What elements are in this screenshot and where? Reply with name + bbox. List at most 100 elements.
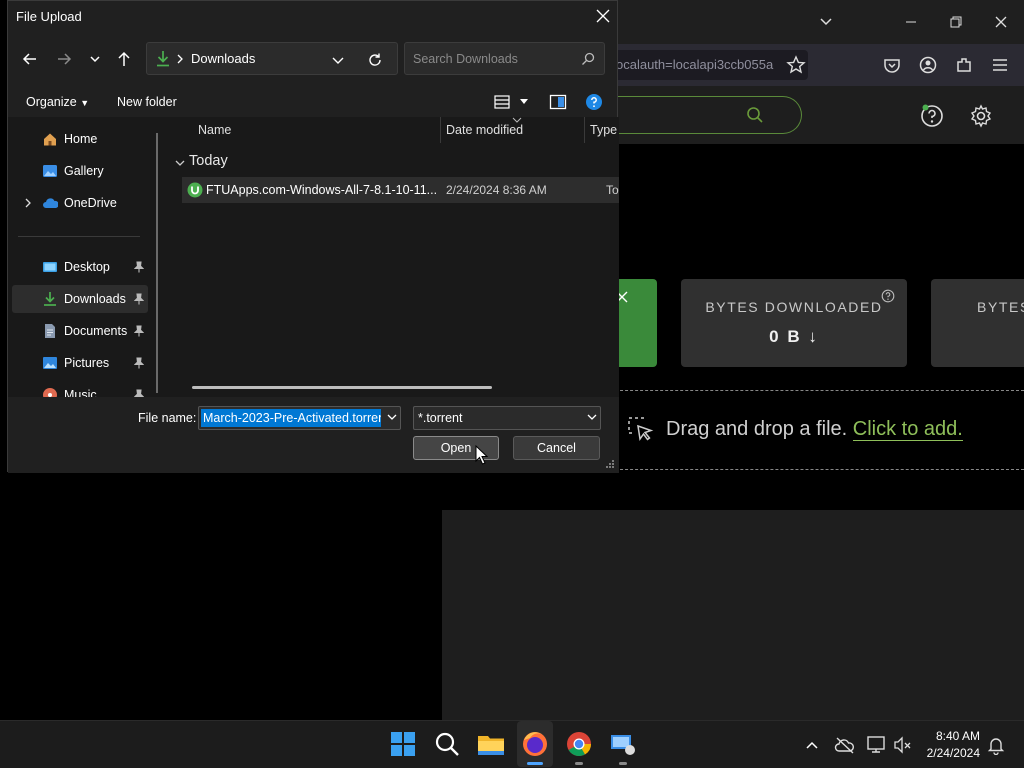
- chevron-down-icon[interactable]: [818, 14, 834, 30]
- new-folder-button[interactable]: New folder: [117, 95, 177, 109]
- pin-icon[interactable]: [134, 325, 144, 337]
- click-to-add-link[interactable]: Click to add.: [852, 418, 963, 441]
- view-details-icon[interactable]: [494, 94, 512, 110]
- file-name-input[interactable]: [201, 409, 381, 427]
- chevron-down-icon[interactable]: [174, 157, 186, 169]
- download-icon: [44, 292, 56, 306]
- column-separator[interactable]: [440, 117, 441, 143]
- pocket-icon[interactable]: [882, 55, 902, 75]
- pin-icon[interactable]: [134, 261, 144, 273]
- sidebar-item-label: Documents: [64, 324, 128, 338]
- dialog-footer: File name: *.torrent Open Cancel: [8, 397, 619, 473]
- sidebar-item-desktop[interactable]: Desktop: [12, 253, 148, 281]
- star-icon[interactable]: [786, 55, 806, 75]
- close-icon[interactable]: [594, 7, 612, 25]
- dropzone-label: Drag and drop a file.: [666, 418, 848, 440]
- sidebar-item-documents[interactable]: Documents: [12, 317, 148, 345]
- help-icon[interactable]: [920, 104, 944, 128]
- chevron-down-icon[interactable]: [331, 53, 345, 67]
- breadcrumb-downloads[interactable]: Downloads: [191, 51, 255, 66]
- chrome-icon[interactable]: [564, 729, 594, 759]
- menu-icon[interactable]: [990, 55, 1010, 75]
- column-header-date-modified[interactable]: Date modified: [446, 123, 523, 137]
- account-icon[interactable]: [918, 55, 938, 75]
- stat-label: BYTES DOWNLOADED: [705, 299, 883, 315]
- group-header-today[interactable]: Today: [189, 153, 228, 169]
- download-icon: [157, 51, 169, 67]
- search-icon: [747, 107, 763, 123]
- file-name-label: File name:: [138, 411, 197, 425]
- preview-pane-icon[interactable]: [549, 93, 567, 111]
- gear-icon[interactable]: [969, 104, 993, 128]
- clock-date[interactable]: 2/24/2024: [924, 746, 980, 760]
- column-header-type[interactable]: Type: [590, 123, 617, 137]
- sidebar-item-home[interactable]: Home: [12, 125, 148, 153]
- search-icon[interactable]: [432, 729, 462, 759]
- organize-button[interactable]: Organize ▼: [26, 95, 89, 109]
- chevron-down-icon[interactable]: [386, 413, 398, 423]
- sidebar-item-label: Pictures: [64, 356, 110, 370]
- horizontal-scrollbar[interactable]: [192, 386, 492, 389]
- pin-icon[interactable]: [134, 357, 144, 369]
- remote-desktop-icon[interactable]: [608, 729, 638, 759]
- command-bar: Organize ▼ New folder: [8, 87, 619, 117]
- windows-start-icon[interactable]: [388, 729, 418, 759]
- close-icon[interactable]: [993, 14, 1009, 30]
- sidebar-item-downloads[interactable]: Downloads: [12, 285, 148, 313]
- file-type-value: *.torrent: [418, 411, 463, 425]
- info-icon[interactable]: [881, 289, 895, 303]
- refresh-icon[interactable]: [367, 52, 383, 68]
- up-arrow-icon[interactable]: [114, 49, 134, 69]
- dialog-title: File Upload: [16, 9, 82, 24]
- dropzone-text: Drag and drop a file. Click to add.: [666, 418, 963, 441]
- column-separator[interactable]: [584, 117, 585, 143]
- search-input[interactable]: [413, 50, 573, 68]
- help-icon[interactable]: [585, 93, 603, 111]
- firefox-icon[interactable]: [520, 729, 550, 759]
- minimize-icon[interactable]: [903, 14, 919, 30]
- sidebar-item-label: Desktop: [64, 260, 110, 274]
- home-icon: [44, 133, 56, 146]
- pin-icon[interactable]: [134, 389, 144, 397]
- address-bar[interactable]: Downloads: [146, 42, 398, 75]
- onedrive-icon: [43, 198, 58, 208]
- chevron-up-icon[interactable]: [804, 737, 820, 753]
- chevron-right-icon[interactable]: [24, 197, 32, 209]
- pictures-icon: [43, 357, 57, 369]
- music-icon: [43, 388, 57, 397]
- resize-grip-icon[interactable]: [605, 459, 615, 469]
- file-name-box: [198, 406, 401, 430]
- dropzone[interactable]: Drag and drop a file. Click to add.: [600, 390, 1024, 470]
- sidebar-item-onedrive[interactable]: OneDrive: [12, 189, 148, 217]
- network-icon[interactable]: [866, 735, 888, 755]
- file-type-select[interactable]: *.torrent: [413, 406, 601, 430]
- volume-muted-icon[interactable]: [892, 735, 914, 755]
- cancel-button[interactable]: Cancel: [513, 436, 600, 460]
- restore-icon[interactable]: [948, 14, 964, 30]
- active-indicator: [527, 762, 543, 765]
- sidebar-scrollbar[interactable]: [156, 133, 158, 393]
- running-indicator: [619, 762, 627, 765]
- chevron-down-icon[interactable]: [519, 98, 529, 106]
- chevron-down-icon[interactable]: [88, 49, 108, 69]
- back-arrow-icon[interactable]: [20, 49, 40, 69]
- torrent-list-panel: [442, 510, 1024, 720]
- column-header-name[interactable]: Name: [198, 123, 231, 137]
- pin-icon[interactable]: [134, 293, 144, 305]
- sidebar-item-pictures[interactable]: Pictures: [12, 349, 148, 377]
- utorrent-icon: [187, 182, 203, 198]
- extensions-icon[interactable]: [954, 55, 974, 75]
- sidebar-item-music[interactable]: Music: [12, 381, 148, 397]
- file-date-modified: 2/24/2024 8:36 AM: [446, 183, 547, 197]
- onedrive-offline-icon[interactable]: [834, 736, 856, 754]
- notification-bell-icon[interactable]: [987, 735, 1005, 755]
- file-row[interactable]: FTUApps.com-Windows-All-7-8.1-10-11... 2…: [182, 177, 619, 203]
- app-search-bar[interactable]: [600, 96, 802, 134]
- sidebar-item-label: Home: [64, 132, 98, 146]
- sidebar-item-gallery[interactable]: Gallery: [12, 157, 148, 185]
- stat-card-bytes-downloaded: BYTES DOWNLOADED 0 B ↓: [681, 279, 907, 367]
- forward-arrow-icon[interactable]: [54, 49, 74, 69]
- file-explorer-icon[interactable]: [476, 729, 506, 759]
- clock-time[interactable]: 8:40 AM: [930, 729, 980, 743]
- url-bar[interactable]: ocalauth=localapi3ccb055a: [612, 50, 808, 80]
